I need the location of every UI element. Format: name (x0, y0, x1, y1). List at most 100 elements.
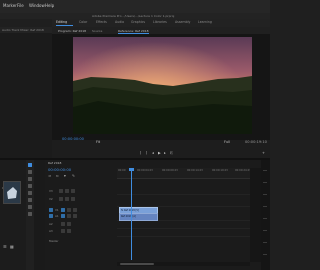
mark-in-icon[interactable]: ⌈ (140, 151, 141, 155)
track-name: V2 (49, 197, 53, 201)
meter-tick (263, 182, 267, 183)
monitor-tab-program[interactable]: Program: Ref 2018 (58, 29, 86, 33)
tab-learning[interactable]: Learning (198, 20, 212, 24)
track-header-v3[interactable]: V3 (47, 188, 117, 194)
track-sync-icon[interactable] (65, 197, 69, 201)
play-icon[interactable]: ▶ (158, 151, 161, 155)
ripple-edit-icon[interactable] (28, 177, 32, 181)
ruler-label: 00:00:24:23 (235, 169, 251, 172)
source-patch-a1[interactable] (49, 214, 53, 218)
quality-dropdown[interactable]: Full (224, 140, 230, 144)
meter-tick (263, 242, 267, 243)
tab-libraries[interactable]: Libraries (153, 20, 167, 24)
track-name: A1 (55, 214, 59, 218)
media-thumbnail[interactable] (3, 181, 21, 204)
monitor-controls: Fit Full 00:00:19:10 ⌈ ⌉ ◂ ▶ ▸ ⎘ + (52, 140, 270, 160)
track-header-a3[interactable]: A3 (47, 228, 117, 234)
time-ruler[interactable]: 00:00 00:00:04:23 00:00:09:23 00:00:14:2… (117, 168, 251, 179)
menu-window[interactable]: Window (29, 3, 45, 8)
clip-label: Ref 2018 [A] (121, 214, 136, 218)
timeline-tab[interactable]: Ref 2018 (45, 160, 95, 166)
monitor-tab-source[interactable]: Source (92, 29, 102, 33)
track-solo-icon[interactable] (67, 229, 71, 233)
track-mute-icon[interactable] (61, 222, 65, 226)
tab-graphics[interactable]: Graphics (131, 20, 145, 24)
track-sync-icon[interactable] (65, 189, 69, 193)
track-eye-icon[interactable] (73, 208, 77, 212)
icon-view-icon[interactable]: ▦ (10, 244, 14, 249)
add-button-icon[interactable]: + (262, 151, 265, 155)
menu-bar: Marker File Window Help (0, 0, 270, 13)
sunset-landscape-image (73, 37, 252, 134)
add-marker-icon[interactable]: ▾ (64, 174, 66, 178)
track-header-master[interactable]: Master (47, 238, 117, 244)
slip-tool-icon[interactable] (28, 191, 32, 195)
linked-selection-icon[interactable]: ⊂ (56, 174, 59, 178)
type-tool-icon[interactable] (28, 212, 32, 216)
sequence-timecode[interactable]: 00:00:00:00 (48, 167, 71, 172)
clip-label: fx Ref 2018 [V] (121, 208, 139, 212)
monitor-header: Program: Ref 2018 Source Reference: Ref … (52, 27, 270, 34)
hand-tool-icon[interactable] (28, 205, 32, 209)
menu-help[interactable]: Help (45, 3, 54, 8)
snap-icon[interactable]: ⊃ (48, 174, 51, 178)
audio-clip[interactable]: Ref 2018 [A] (119, 213, 158, 221)
ruler-label: 00:00:14:23 (187, 169, 203, 172)
track-mute-icon[interactable] (67, 214, 71, 218)
menu-marker[interactable]: Marker (3, 3, 17, 8)
step-back-icon[interactable]: ◂ (152, 151, 154, 155)
mark-out-icon[interactable]: ⌉ (146, 151, 147, 155)
track-eye-icon[interactable] (71, 189, 75, 193)
track-name: V3 (49, 189, 53, 193)
track-header-a2[interactable]: A2 (47, 221, 117, 227)
playhead-line[interactable] (131, 168, 132, 260)
left-panel-tab[interactable]: Audio Track Mixer: Ref 2018 (0, 27, 52, 33)
track-mute-icon[interactable] (61, 229, 65, 233)
left-panel (0, 27, 52, 163)
tab-assembly[interactable]: Assembly (175, 20, 190, 24)
selection-tool-icon[interactable] (28, 163, 32, 167)
meter-tick (263, 230, 267, 231)
workspace-tabs: Editing Color Effects Audio Graphics Lib… (52, 19, 270, 27)
monitor-tab-reference[interactable]: Reference: Ref 2018 (118, 29, 149, 34)
timeline-vertical-scrollbar[interactable] (250, 168, 261, 262)
step-forward-icon[interactable]: ▸ (164, 151, 166, 155)
source-patch-v1[interactable] (49, 208, 53, 212)
ruler-label: 00:00:09:23 (162, 169, 178, 172)
track-solo-icon[interactable] (73, 214, 77, 218)
track-target-v1[interactable] (61, 208, 65, 212)
timeline-zoom-handle[interactable] (120, 263, 154, 265)
track-name: A3 (49, 229, 53, 233)
menu-file[interactable]: File (17, 3, 24, 8)
window-title: Adobe Premiere Pro - /Users/.../Lecture … (92, 13, 175, 18)
tab-effects[interactable]: Effects (96, 20, 107, 24)
wrench-icon[interactable]: ✎ (72, 174, 75, 178)
fit-dropdown[interactable]: Fit (96, 140, 100, 144)
tab-audio[interactable]: Audio (115, 20, 124, 24)
track-lock-icon[interactable] (59, 197, 63, 201)
list-view-icon[interactable]: ☰ (3, 244, 7, 249)
track-eye-icon[interactable] (71, 197, 75, 201)
video-frame[interactable] (73, 37, 252, 134)
meter-tick (263, 194, 267, 195)
ruler-label: 00:00:19:23 (212, 169, 228, 172)
pen-tool-icon[interactable] (28, 198, 32, 202)
track-sync-icon[interactable] (67, 208, 71, 212)
tab-color[interactable]: Color (79, 20, 87, 24)
export-frame-icon[interactable]: ⎘ (170, 151, 173, 155)
duration-timecode: 00:00:19:10 (245, 140, 267, 144)
track-target-a1[interactable] (61, 214, 65, 218)
tab-editing[interactable]: Editing (56, 20, 67, 24)
track-lock-icon[interactable] (59, 189, 63, 193)
track-divider (117, 228, 250, 229)
track-headers: V3 V2 V1 A1 A2 A3 Master (47, 182, 117, 262)
track-header-v2[interactable]: V2 (47, 196, 117, 202)
track-area[interactable] (117, 180, 250, 262)
razor-tool-icon[interactable] (28, 184, 32, 188)
track-select-icon[interactable] (28, 170, 32, 174)
track-name: V1 (55, 208, 59, 212)
track-header-a1[interactable]: A1 (47, 213, 117, 219)
track-solo-icon[interactable] (67, 222, 71, 226)
meter-tick (263, 218, 267, 219)
ruler-label: 00:00:04:23 (137, 169, 153, 172)
